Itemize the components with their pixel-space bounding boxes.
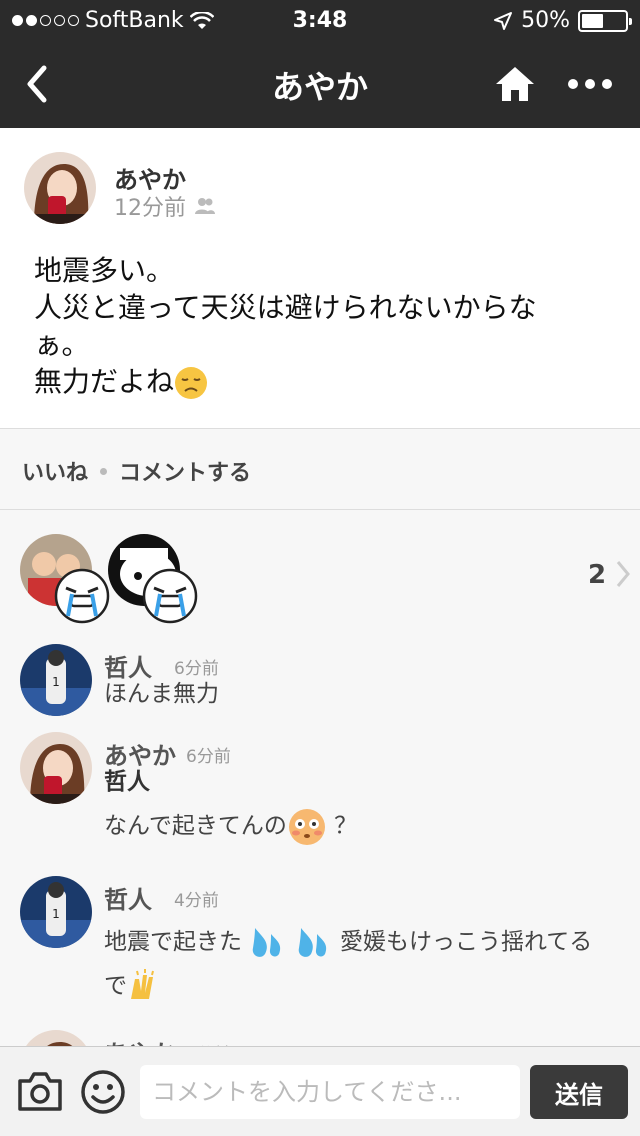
back-icon[interactable] <box>18 60 58 108</box>
separator-dot <box>100 467 108 475</box>
avatar[interactable] <box>24 152 96 224</box>
avatar[interactable]: 1 <box>20 644 92 716</box>
post-line: 無力だよね <box>34 365 175 398</box>
like-button[interactable]: いいね <box>22 455 88 487</box>
mention[interactable]: 哲人 <box>104 769 150 795</box>
flushed-face-emoji <box>288 808 325 845</box>
avatar[interactable]: 1 <box>20 876 92 948</box>
location-arrow-icon <box>494 11 513 30</box>
likes-count[interactable]: 2 <box>588 560 606 590</box>
action-bar: いいね コメントする <box>0 428 640 510</box>
svg-text:1: 1 <box>52 675 60 689</box>
avatar[interactable] <box>20 732 92 804</box>
comment-text-line: で <box>104 964 624 1008</box>
comment-text-line: なんで起きてんの ？ <box>104 804 624 848</box>
comment-author[interactable]: 哲人 <box>104 880 152 915</box>
nav-bar: あやか <box>0 40 640 128</box>
svg-text:1: 1 <box>52 907 60 921</box>
page-title: あやか <box>271 68 368 106</box>
comment-item: 1 哲人 4分前 地震で起きた 愛媛もけっこう揺れてる で <box>0 876 640 1016</box>
sweat-droplets-emoji <box>253 927 281 957</box>
likes-row[interactable]: 2 <box>0 510 640 630</box>
post-meta: 12分前 <box>114 190 216 222</box>
comment-item: 1 哲人 6分前 ほんま無力 <box>0 644 640 724</box>
post-line: 人災と違って天災は避けられないからな <box>34 291 537 324</box>
comment-time: 4分前 <box>174 891 219 911</box>
post-body: 地震多い。 人災と違って天災は避けられないからな ぁ。 無力だよね <box>34 252 614 400</box>
crying-face-sticker <box>142 568 198 624</box>
comment-text-line: 地震で起きた 愛媛もけっこう揺れてる <box>104 920 624 964</box>
sweat-droplets-emoji <box>298 927 326 957</box>
post-line-last: 無力だよね <box>34 363 614 400</box>
status-right: 50% <box>493 8 632 33</box>
comment-text: ？ <box>334 813 358 839</box>
battery-percent: 50% <box>521 8 570 33</box>
battery-icon <box>578 9 632 32</box>
crying-face-sticker <box>54 568 110 624</box>
post-line: ぁ。 <box>34 328 90 361</box>
friends-icon <box>195 198 215 214</box>
raised-hands-emoji <box>131 968 154 999</box>
comment-item: あやか 6分前 哲人 なんで起きてんの ？ <box>0 732 640 862</box>
comment-text: で <box>104 973 127 999</box>
post-card: あやか 12分前 地震多い。 人災と違って天災は避けられないからな ぁ。 無力だ… <box>0 128 640 428</box>
post-time: 12分前 <box>114 196 186 221</box>
comment-input-bar: 送信 <box>0 1046 640 1136</box>
home-icon[interactable] <box>494 64 536 104</box>
more-icon[interactable] <box>560 64 620 104</box>
comment-text: 愛媛もけっこう揺れてる <box>339 929 593 955</box>
status-bar: SoftBank 3:48 50% <box>0 0 640 40</box>
comment-text: なんで起きてんの <box>104 813 287 839</box>
send-button[interactable]: 送信 <box>530 1065 628 1119</box>
comment-mention-line: 哲人 <box>104 762 624 802</box>
post-line: 地震多い。 <box>34 254 175 287</box>
comment-input[interactable] <box>140 1065 520 1119</box>
comment-button[interactable]: コメントする <box>119 455 251 487</box>
comment-text: ほんま無力 <box>104 681 219 707</box>
disappointed-face-emoji <box>175 367 208 399</box>
smiley-icon[interactable] <box>80 1069 126 1115</box>
chevron-right-icon[interactable] <box>612 558 634 590</box>
comment-text: 地震で起きた <box>104 929 242 955</box>
camera-icon[interactable] <box>16 1069 64 1113</box>
